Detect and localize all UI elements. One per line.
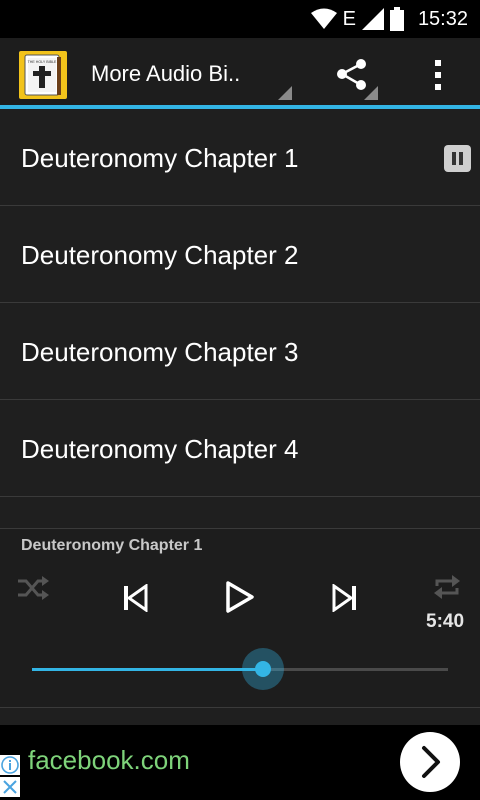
list-item[interactable]: Deuteronomy Chapter 4: [0, 400, 480, 497]
ad-open-button[interactable]: [400, 732, 460, 792]
previous-icon[interactable]: [121, 584, 149, 612]
seek-progress: [32, 668, 263, 671]
play-icon[interactable]: [224, 580, 256, 614]
ad-link-text[interactable]: facebook.com: [28, 745, 190, 776]
action-bar: THE HOLY BIBLE More Audio Bi..: [0, 38, 480, 105]
list-item[interactable]: Deuteronomy Chapter 2: [0, 206, 480, 303]
chapter-label: Deuteronomy Chapter 1: [21, 143, 299, 173]
list-item[interactable]: Deuteronomy Chapter 3: [0, 303, 480, 400]
seek-bar[interactable]: [32, 648, 448, 690]
bible-icon[interactable]: THE HOLY BIBLE: [19, 51, 67, 99]
chapter-label: Deuteronomy Chapter 4: [21, 434, 299, 464]
overflow-menu-button[interactable]: [420, 52, 456, 100]
shuffle-icon[interactable]: [16, 575, 50, 601]
track-duration: 5:40: [426, 611, 465, 632]
chapter-label: Deuteronomy Chapter 3: [21, 337, 299, 367]
seek-thumb[interactable]: [254, 661, 271, 677]
battery-icon: [389, 7, 404, 31]
spacer: [0, 708, 480, 725]
chapter-label: Deuteronomy Chapter 2: [21, 240, 299, 270]
list-item[interactable]: Deuteronomy Chapter 1: [0, 109, 480, 206]
pause-icon: [452, 152, 456, 165]
share-icon: [337, 59, 378, 100]
app-title: More Audio Bi..: [91, 61, 241, 86]
info-icon[interactable]: [0, 755, 20, 775]
close-icon[interactable]: [0, 777, 20, 797]
now-playing-title: Deuteronomy Chapter 1: [21, 537, 203, 554]
pause-icon-bar: [459, 152, 463, 165]
next-icon[interactable]: [331, 584, 359, 612]
arrow-right-icon: [422, 746, 440, 778]
ad-banner[interactable]: facebook.com: [0, 725, 480, 800]
pause-button[interactable]: [444, 145, 471, 172]
wifi-icon: [310, 8, 337, 29]
player-panel: Deuteronomy Chapter 1 5:40: [0, 528, 480, 708]
chapter-list: Deuteronomy Chapter 1 Deuteronomy Chapte…: [0, 109, 480, 528]
signal-icon: [361, 8, 384, 30]
bible-icon-caption: THE HOLY BIBLE: [28, 60, 57, 64]
status-time: 15:32: [417, 7, 468, 30]
status-bar: E 15:32: [0, 0, 480, 38]
share-button[interactable]: [330, 52, 378, 100]
repeat-icon[interactable]: [432, 573, 462, 601]
title-spinner[interactable]: More Audio Bi..: [80, 52, 292, 100]
overflow-menu-icon: [435, 60, 441, 90]
status-icons: E 15:32: [310, 6, 468, 32]
network-type-label: E: [342, 7, 356, 30]
spinner-indicator: [278, 86, 292, 100]
